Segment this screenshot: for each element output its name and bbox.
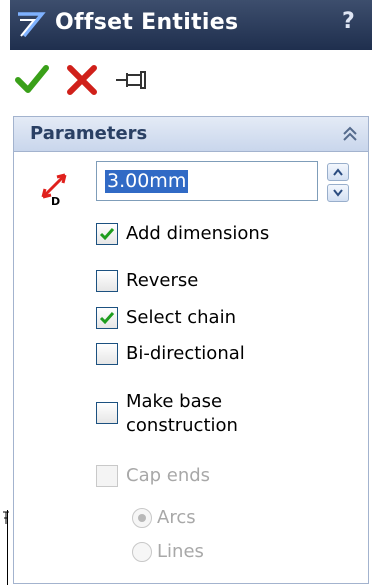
title-bar: Offset Entities ? (10, 0, 372, 50)
make-base-construction-label-line1: Make base (126, 391, 223, 412)
parameters-panel: Parameters D 3.00mm Add dimensions Rever… (13, 116, 369, 584)
push-pin-icon (116, 71, 146, 89)
parameters-header[interactable]: Parameters (14, 117, 368, 152)
make-base-construction-label-line2: construction (126, 415, 238, 436)
offset-distance-icon: D (41, 173, 67, 207)
parameters-title: Parameters (30, 123, 148, 144)
cap-ends-checkbox-row: Cap ends (96, 465, 236, 489)
arcs-radio-row: Arcs (132, 506, 242, 530)
cap-ends-label: Cap ends (126, 465, 211, 486)
ok-button[interactable] (14, 62, 50, 98)
chevron-up-icon (333, 168, 343, 176)
arcs-label: Arcs (157, 507, 196, 528)
checkmark-icon (99, 312, 115, 325)
make-base-construction-checkbox[interactable] (96, 402, 118, 424)
svg-text:D: D (51, 195, 60, 207)
bi-directional-checkbox-row[interactable]: Bi-directional (96, 343, 266, 367)
bi-directional-checkbox[interactable] (96, 343, 118, 365)
window-title: Offset Entities (55, 10, 239, 35)
add-dimensions-label: Add dimensions (126, 223, 270, 244)
bi-directional-label: Bi-directional (126, 343, 245, 364)
select-chain-checkbox-row[interactable]: Select chain (96, 307, 256, 331)
reverse-checkbox-row[interactable]: Reverse (96, 270, 236, 294)
edge-marker-icon (3, 511, 9, 524)
select-chain-label: Select chain (126, 307, 236, 328)
spin-down-button[interactable] (327, 184, 349, 202)
lines-radio-row: Lines (132, 540, 242, 564)
spin-up-button[interactable] (327, 163, 349, 181)
help-icon[interactable]: ? (342, 9, 355, 34)
checkmark-icon (99, 228, 115, 241)
action-bar (10, 50, 372, 110)
offset-distance-value: 3.00mm (105, 170, 189, 193)
radio-selected-dot (138, 514, 146, 522)
keep-visible-button[interactable] (114, 62, 150, 98)
add-dimensions-checkbox-row[interactable]: Add dimensions (96, 223, 296, 247)
make-base-construction-checkbox-row[interactable]: Make base construction (96, 390, 276, 440)
add-dimensions-checkbox[interactable] (96, 223, 118, 245)
lines-label: Lines (157, 541, 204, 562)
offset-entities-icon (18, 12, 46, 38)
cap-ends-checkbox (96, 465, 118, 487)
arcs-radio (132, 508, 152, 528)
double-chevron-up-icon[interactable] (340, 124, 360, 144)
chevron-down-icon (333, 189, 343, 197)
checkmark-icon (15, 65, 49, 93)
lines-radio (132, 542, 152, 562)
red-x-icon (67, 65, 97, 95)
make-base-construction-label: Make base construction (126, 390, 238, 438)
reverse-label: Reverse (126, 270, 199, 291)
cancel-button[interactable] (64, 62, 100, 98)
offset-distance-input[interactable]: 3.00mm (96, 161, 318, 201)
select-chain-checkbox[interactable] (96, 307, 118, 329)
reverse-checkbox[interactable] (96, 270, 118, 292)
